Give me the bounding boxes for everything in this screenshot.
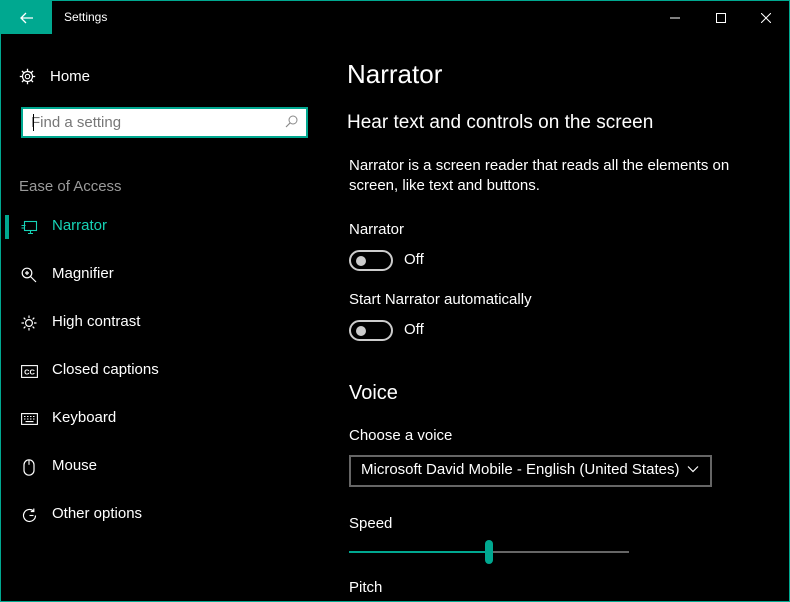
selection-indicator <box>5 215 9 239</box>
voice-section-heading: Voice <box>349 382 398 404</box>
settings-window: Settings Home Ease of Access <box>0 0 790 602</box>
narrator-toggle-label: Narrator <box>349 221 405 238</box>
close-icon <box>761 12 771 23</box>
search-input[interactable] <box>31 112 271 132</box>
sidebar-item-label: Closed captions <box>52 361 159 378</box>
home-label: Home <box>50 67 91 85</box>
gear-icon <box>19 68 36 84</box>
chevron-down-icon <box>687 466 699 473</box>
sidebar-item-narrator[interactable]: Narrator <box>1 212 321 242</box>
magnifier-icon <box>20 267 38 283</box>
svg-text:CC: CC <box>24 367 35 376</box>
page-title: Narrator <box>347 59 443 89</box>
narrator-toggle-state: Off <box>404 251 424 268</box>
speed-label: Speed <box>349 515 393 532</box>
mouse-icon <box>20 458 38 476</box>
keyboard-icon <box>20 411 38 427</box>
sun-icon <box>20 315 38 331</box>
sidebar-item-other-options[interactable]: Other options <box>1 500 321 530</box>
choose-voice-label: Choose a voice <box>349 427 453 444</box>
voice-dropdown[interactable]: Microsoft David Mobile - English (United… <box>349 455 712 487</box>
toggle-knob <box>356 256 366 266</box>
sidebar-item-label: Magnifier <box>52 265 114 282</box>
pitch-label: Pitch <box>349 579 383 596</box>
narrator-toggle[interactable] <box>349 250 393 271</box>
auto-start-toggle-state: Off <box>404 321 424 338</box>
sidebar-item-closed-captions[interactable]: CC Closed captions <box>1 356 321 386</box>
maximize-button[interactable] <box>698 1 744 34</box>
slider-thumb[interactable] <box>485 540 493 564</box>
sidebar-item-label: Other options <box>52 505 143 522</box>
window-title: Settings <box>64 10 108 24</box>
sidebar-item-label: Narrator <box>52 217 108 234</box>
cc-icon: CC <box>20 363 38 379</box>
sidebar-item-label: High contrast <box>52 313 141 330</box>
sidebar-item-keyboard[interactable]: Keyboard <box>1 404 321 434</box>
search-box[interactable] <box>21 107 308 138</box>
voice-dropdown-value: Microsoft David Mobile - English (United… <box>361 461 680 478</box>
auto-start-toggle[interactable] <box>349 320 393 341</box>
minimize-icon <box>670 17 680 18</box>
toggle-knob <box>356 326 366 336</box>
auto-start-toggle-label: Start Narrator automatically <box>349 291 532 308</box>
sidebar-item-label: Keyboard <box>52 409 117 426</box>
maximize-icon <box>716 12 726 23</box>
sidebar-item-magnifier[interactable]: Magnifier <box>1 260 321 290</box>
back-button[interactable] <box>1 1 52 34</box>
sidebar-item-high-contrast[interactable]: High contrast <box>1 308 321 338</box>
minimize-button[interactable] <box>652 1 698 34</box>
text-cursor <box>33 114 34 131</box>
refresh-icon <box>20 507 38 523</box>
search-icon <box>285 115 298 128</box>
description-text: Narrator is a screen reader that reads a… <box>349 157 730 194</box>
slider-fill <box>349 551 489 553</box>
sidebar-item-label: Mouse <box>52 457 98 474</box>
home-link[interactable]: Home <box>19 64 90 88</box>
title-bar: Settings <box>1 1 789 34</box>
section-label: Ease of Access <box>19 178 122 195</box>
narrator-icon <box>20 219 38 235</box>
arrow-left-icon <box>19 12 33 23</box>
page-subtitle: Hear text and controls on the screen <box>347 112 654 133</box>
sidebar-item-mouse[interactable]: Mouse <box>1 452 321 482</box>
close-button[interactable] <box>743 1 789 34</box>
speed-slider[interactable] <box>349 539 629 564</box>
